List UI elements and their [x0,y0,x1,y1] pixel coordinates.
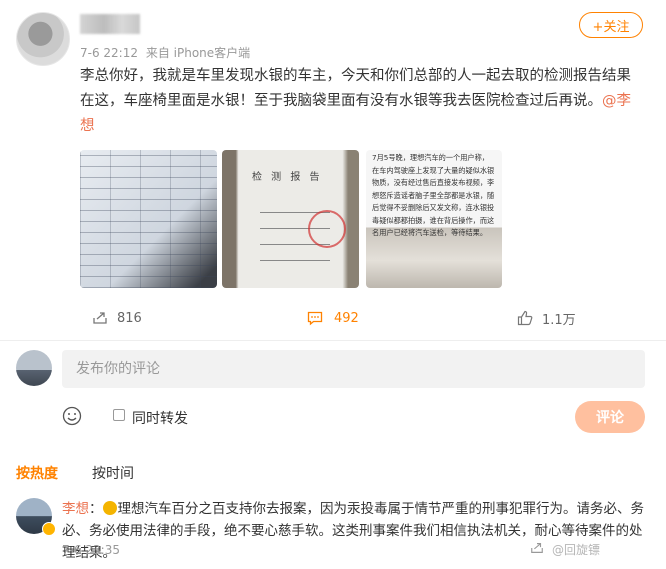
report-title: 检 测 报 告 [252,172,323,183]
comment-button[interactable]: 492 [307,308,359,328]
author-name-redacted[interactable] [80,14,140,34]
commenter-name[interactable]: 李想 [62,501,89,517]
comment-repost-icon[interactable] [530,541,544,555]
author-avatar[interactable] [16,12,70,66]
like-count: 1.1万 [542,312,576,328]
post-text-main: 李总你好，我就是车里发现水银的车主，今天和你们总部的人一起去取的检测报告结果在这… [80,68,631,109]
follow-button[interactable]: +关注 [579,12,643,38]
like-icon [517,310,533,326]
post-meta: 7-6 22:12 来自 iPhone客户端 [80,44,250,61]
repost-icon [93,312,107,324]
note-text: 7月5号晚，理想汽车的一个用户称，在车内驾驶座上发现了大量的疑似水银物质，没有经… [372,153,495,237]
sort-by-hot-tab[interactable]: 按热度 [16,463,58,483]
smile-emoji-icon [102,501,117,515]
red-stamp [308,210,346,248]
comment-actions [530,541,544,555]
like-button[interactable]: 1.1万 [517,308,576,328]
follow-label: +关注 [592,19,630,35]
post-text: 李总你好，我就是车里发现水银的车主，今天和你们总部的人一起去取的检测报告结果在这… [80,64,640,139]
repost-checkbox-label[interactable]: 同时转发 [132,408,188,428]
comment-count: 492 [334,310,359,326]
post-image-1[interactable] [80,150,217,288]
comment-date: 7-6 23:35 [62,543,120,557]
divider [0,340,666,341]
submit-comment-button[interactable]: 评论 [575,401,645,433]
emoji-icon[interactable] [62,406,82,426]
repost-button[interactable]: 816 [92,308,142,328]
repost-checkbox[interactable] [113,409,125,421]
watermark: @回旋镖 [552,543,601,557]
post-image-2[interactable]: 检 测 报 告 [222,150,359,288]
post-source: 来自 iPhone客户端 [145,46,251,60]
sort-by-time-tab[interactable]: 按时间 [92,463,134,483]
post-image-3[interactable]: 7月5号晚，理想汽车的一个用户称，在车内驾驶座上发现了大量的疑似水银物质，没有经… [366,150,502,288]
repost-count: 816 [117,310,142,326]
post-timestamp[interactable]: 7-6 22:12 [80,46,138,60]
comment-icon [307,311,323,326]
current-user-avatar [16,350,52,386]
verified-icon [42,522,56,536]
comment-input-box[interactable] [62,350,645,388]
comment-input[interactable] [74,360,633,378]
